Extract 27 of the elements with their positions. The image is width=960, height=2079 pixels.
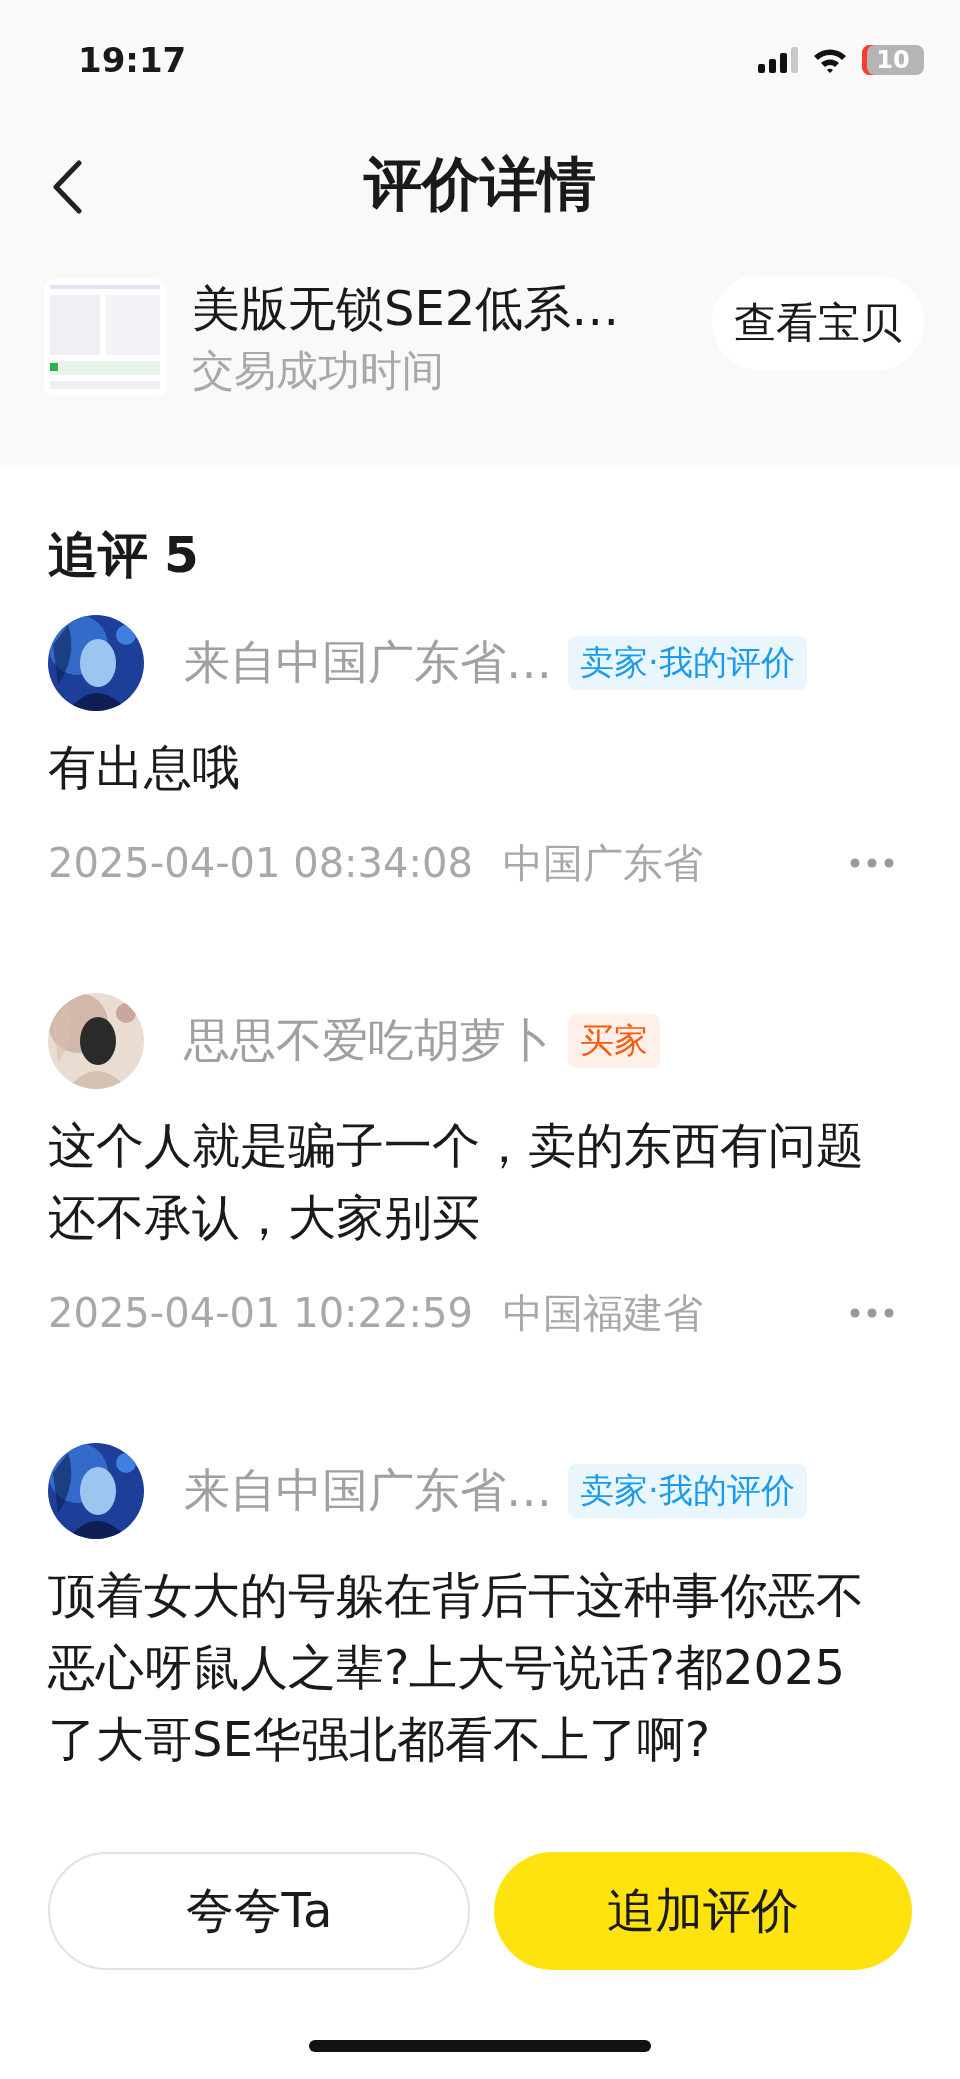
back-icon[interactable]: [52, 160, 82, 214]
review-time: 2025-04-01 10:22:59: [48, 1289, 473, 1338]
reviewer-name: 来自中国广东省…: [184, 634, 552, 691]
reviewer-name: 来自中国广东省…: [184, 1462, 552, 1519]
product-subtitle: 交易成功时间: [192, 345, 445, 397]
signal-icon: [758, 47, 798, 73]
praise-button[interactable]: 夸夸Ta: [48, 1852, 470, 1970]
review-count: 5: [164, 525, 199, 586]
product-title: 美版无锁SE2低系…: [192, 279, 621, 338]
battery-icon: 10: [862, 45, 924, 75]
more-icon[interactable]: [850, 858, 894, 868]
review-time: 2025-04-01 08:34:08: [48, 839, 473, 888]
view-item-button[interactable]: 查看宝贝: [712, 275, 924, 370]
status-time: 19:17: [78, 40, 187, 80]
reviewer-name: 思思不爱吃胡萝卜: [184, 1012, 552, 1069]
review-location: 中国福建省: [502, 1289, 703, 1338]
more-icon[interactable]: [850, 1308, 894, 1318]
role-tag: 卖家·我的评价: [568, 1464, 807, 1518]
role-tag: 卖家·我的评价: [568, 636, 807, 690]
review-text: 有出息哦: [48, 738, 241, 797]
add-review-button[interactable]: 追加评价: [494, 1852, 912, 1970]
review-text: 这个人就是骗子一个，卖的东西有问题还不承认，大家别买: [48, 1116, 865, 1247]
section-title: 追评: [48, 525, 148, 586]
review-location: 中国广东省: [502, 839, 703, 888]
page-title: 评价详情: [364, 149, 596, 220]
role-tag: 买家: [568, 1014, 660, 1068]
review-text: 顶着女大的号躲在背后干这种事你恶不恶心呀鼠人之辈?上大号说话?都2025了大哥SE华强北都看不上了啊?: [48, 1566, 865, 1769]
